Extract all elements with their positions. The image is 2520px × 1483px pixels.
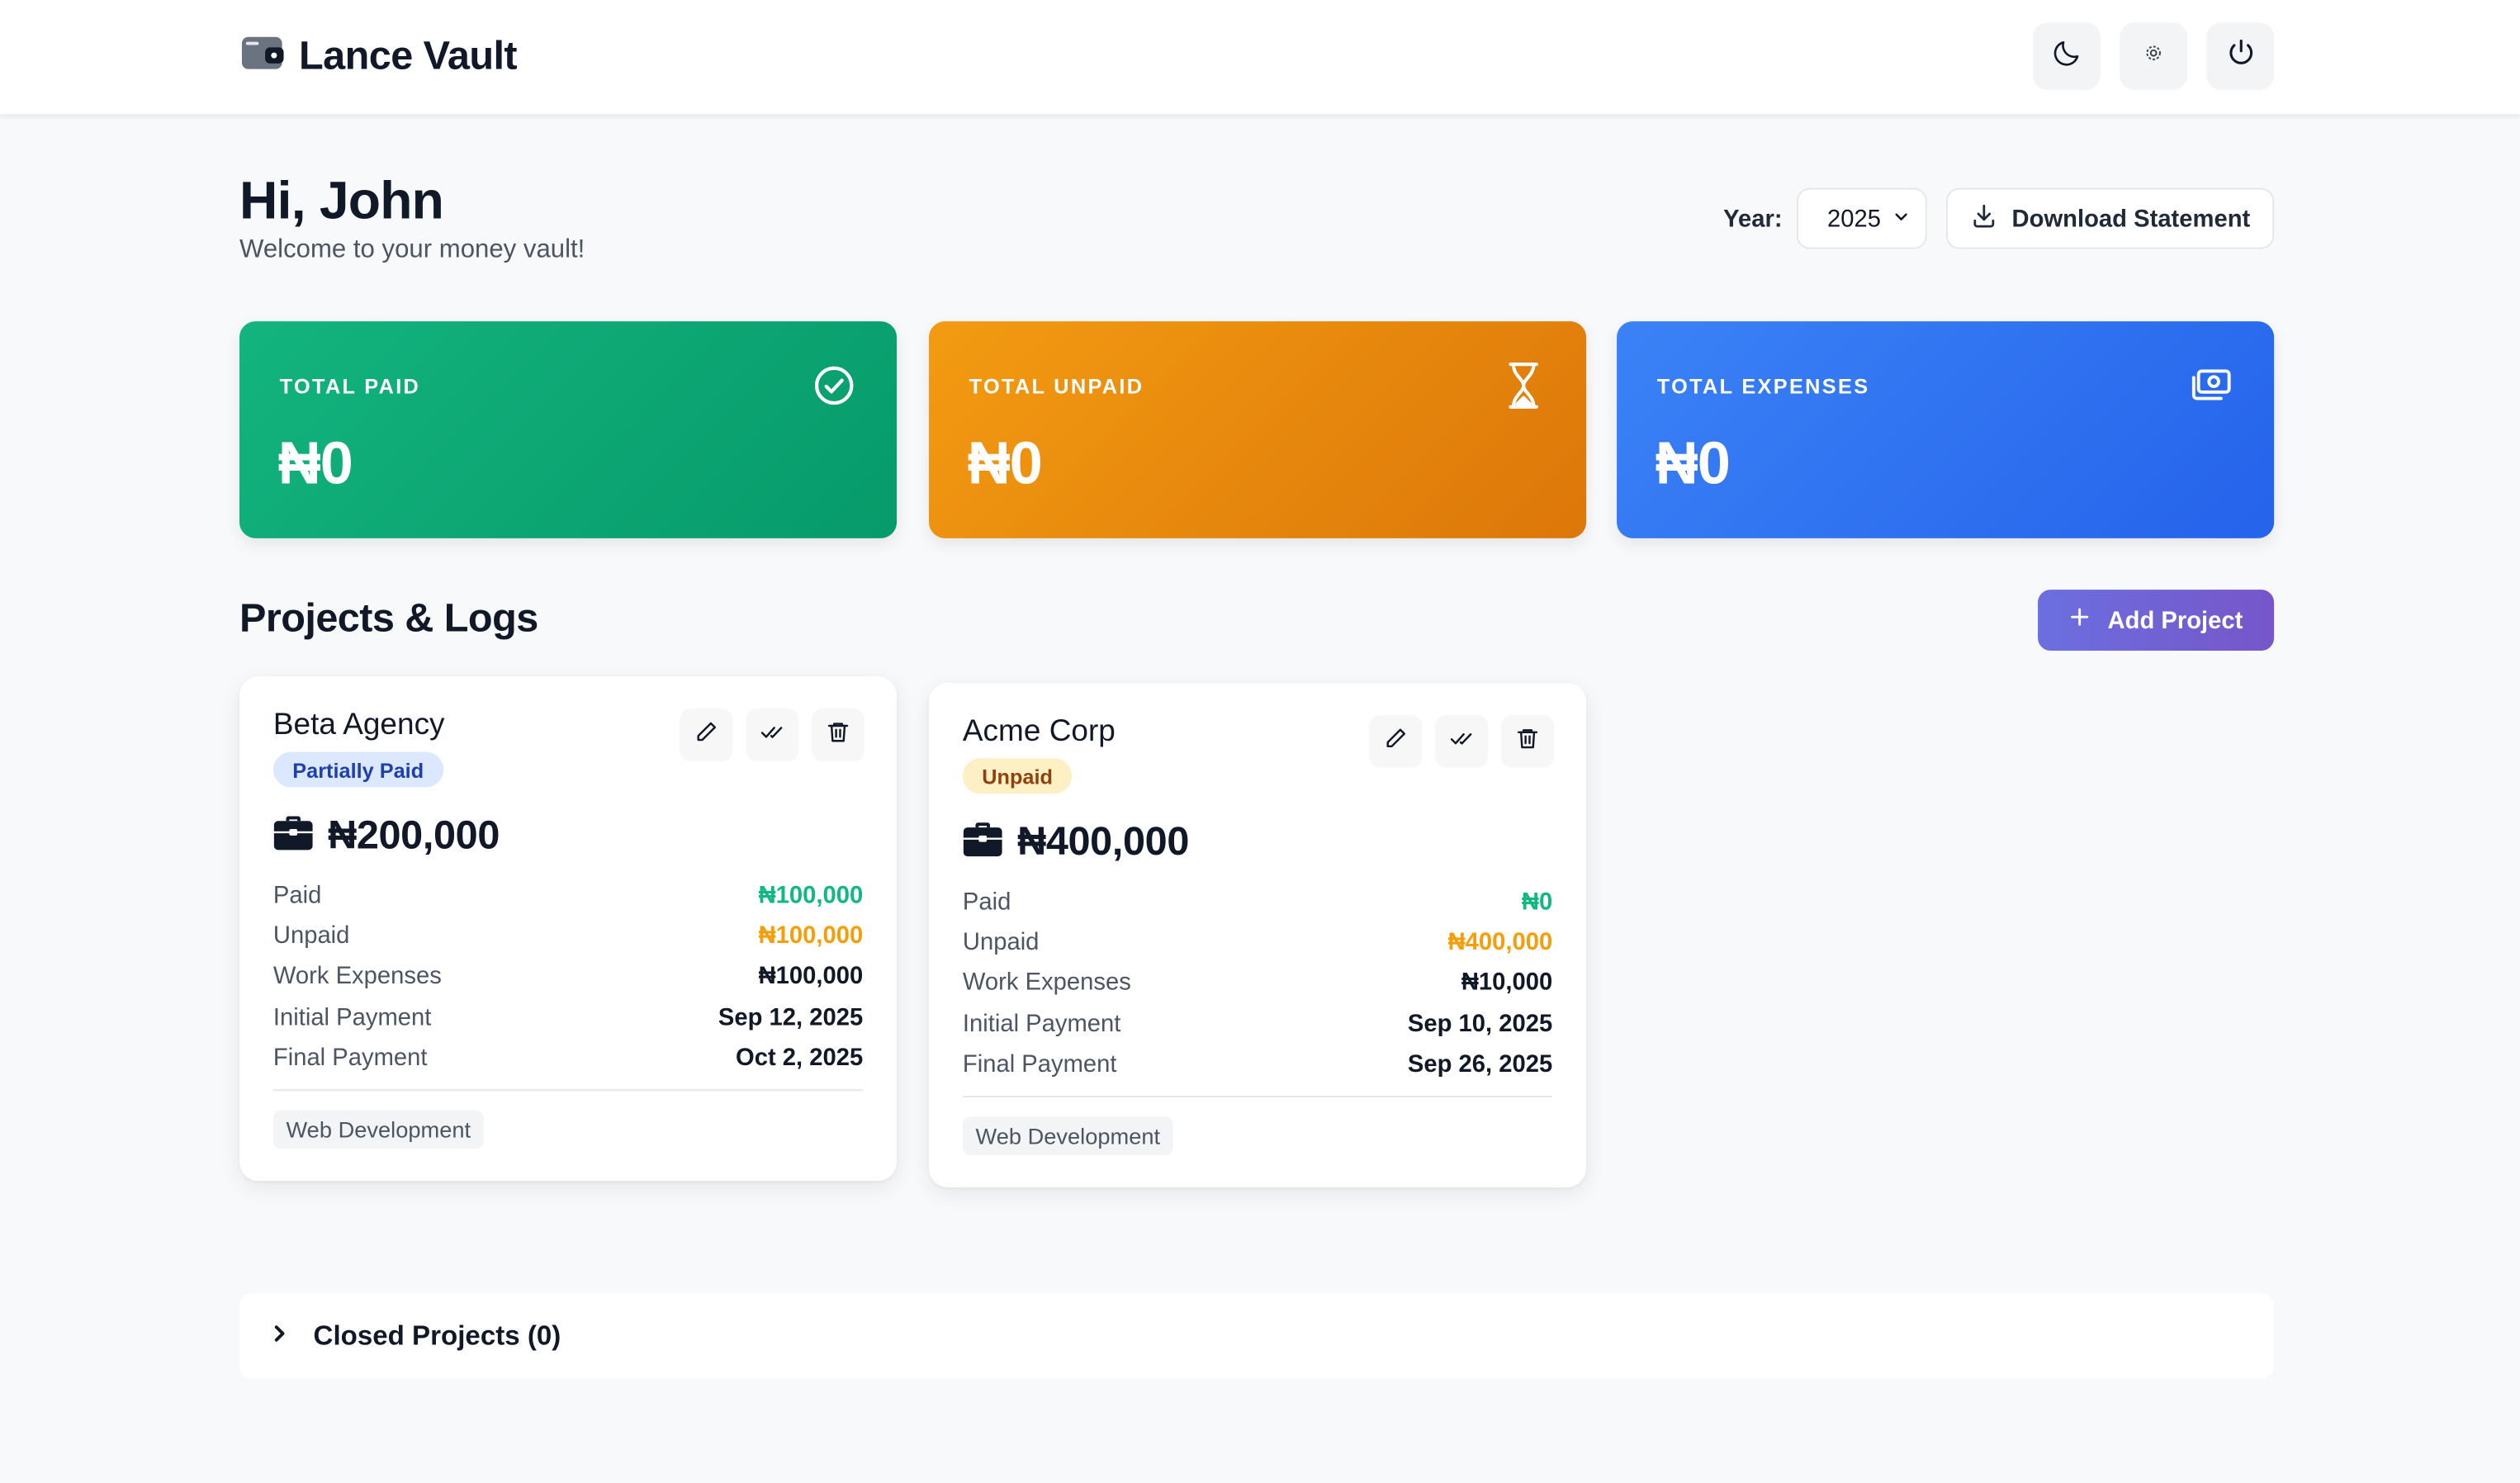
trash-icon bbox=[826, 719, 850, 751]
row-value: Oct 2, 2025 bbox=[736, 1044, 864, 1072]
year-controls: Year: 2025 Download Statement bbox=[1723, 187, 2275, 249]
summary-cards: TOTAL PAID ₦0 TOTAL UNPAID ₦0 TOTAL EXPE… bbox=[239, 321, 2275, 538]
row-label: Initial Payment bbox=[962, 1010, 1121, 1038]
row-label: Unpaid bbox=[272, 922, 350, 950]
initial-payment-row: Initial Payment Sep 10, 2025 bbox=[963, 1003, 1552, 1044]
total-unpaid-card: TOTAL UNPAID ₦0 bbox=[929, 321, 1587, 538]
plus-icon bbox=[2069, 606, 2091, 635]
total-paid-label: TOTAL PAID bbox=[279, 374, 421, 399]
double-check-icon bbox=[760, 719, 784, 751]
final-payment-row: Final Payment Oct 2, 2025 bbox=[273, 1038, 863, 1078]
closed-projects-label: Closed Projects (0) bbox=[313, 1320, 561, 1351]
pencil-icon bbox=[694, 719, 718, 751]
greeting-title: Hi, John bbox=[239, 170, 444, 230]
initial-payment-row: Initial Payment Sep 12, 2025 bbox=[273, 997, 863, 1037]
row-label: Paid bbox=[272, 882, 322, 910]
edit-project-button[interactable] bbox=[680, 708, 733, 762]
check-circle-icon bbox=[813, 365, 855, 407]
row-label: Work Expenses bbox=[962, 969, 1131, 997]
divider bbox=[272, 1089, 864, 1092]
paid-row: Paid ₦0 bbox=[963, 882, 1552, 922]
total-paid-card: TOTAL PAID ₦0 bbox=[239, 321, 898, 538]
divider bbox=[962, 1096, 1553, 1097]
row-label: Final Payment bbox=[272, 1044, 428, 1072]
row-label: Initial Payment bbox=[272, 1003, 432, 1031]
project-card[interactable]: Acme Corp Unpaid ₦400,000 Paid ₦0 Unpaid ₦… bbox=[929, 682, 1587, 1187]
logout-button[interactable] bbox=[2206, 22, 2275, 90]
row-value: Sep 10, 2025 bbox=[1407, 1010, 1553, 1038]
top-navbar: Lance Vault bbox=[0, 0, 2520, 116]
delete-project-button[interactable] bbox=[1500, 714, 1555, 769]
chevron-right-icon bbox=[272, 1321, 287, 1350]
row-value: ₦400,000 bbox=[1447, 929, 1553, 957]
total-paid-value: ₦0 bbox=[277, 430, 353, 497]
project-total: ₦400,000 bbox=[1017, 819, 1190, 865]
row-value: ₦100,000 bbox=[758, 882, 864, 910]
status-badge: Unpaid bbox=[962, 758, 1073, 794]
year-label: Year: bbox=[1723, 205, 1783, 233]
projects-title: Projects & Logs bbox=[239, 595, 538, 642]
settings-button[interactable] bbox=[2120, 22, 2188, 90]
project-tag: Web Development bbox=[962, 1116, 1173, 1156]
year-select-value: 2025 bbox=[1827, 205, 1882, 233]
row-value: ₦100,000 bbox=[758, 922, 864, 950]
row-value: ₦100,000 bbox=[758, 963, 864, 991]
money-icon bbox=[2191, 365, 2233, 407]
brand[interactable]: Lance Vault bbox=[241, 32, 518, 80]
download-statement-button[interactable]: Download Statement bbox=[1946, 187, 2275, 249]
add-project-button[interactable]: Add Project bbox=[2038, 590, 2275, 651]
delete-project-button[interactable] bbox=[811, 708, 865, 762]
hourglass-icon bbox=[1503, 362, 1545, 409]
row-value: ₦0 bbox=[1521, 888, 1553, 917]
download-icon bbox=[1970, 201, 1997, 235]
greeting: Hi, John Welcome to your money vault! bbox=[239, 168, 585, 265]
trash-icon bbox=[1515, 726, 1539, 758]
project-card[interactable]: Beta Agency Partially Paid ₦200,000 Paid… bbox=[239, 676, 898, 1182]
settings-icon bbox=[2143, 42, 2162, 71]
greeting-subtitle: Welcome to your money vault! bbox=[239, 236, 585, 264]
row-value: Sep 12, 2025 bbox=[718, 1003, 864, 1031]
wallet-icon bbox=[241, 35, 285, 78]
edit-project-button[interactable] bbox=[1369, 714, 1423, 769]
pencil-icon bbox=[1384, 726, 1408, 758]
row-label: Paid bbox=[962, 888, 1011, 917]
row-label: Final Payment bbox=[962, 1050, 1117, 1078]
row-value: Sep 26, 2025 bbox=[1407, 1050, 1553, 1078]
status-badge: Partially Paid bbox=[272, 751, 443, 788]
total-unpaid-value: ₦0 bbox=[967, 430, 1043, 497]
mark-closed-button[interactable] bbox=[1435, 714, 1489, 769]
theme-toggle-button[interactable] bbox=[2033, 22, 2101, 90]
total-expenses-label: TOTAL EXPENSES bbox=[1656, 374, 1870, 399]
chevron-down-icon bbox=[1892, 205, 1911, 232]
power-icon bbox=[2225, 37, 2256, 76]
closed-projects-toggle[interactable]: Closed Projects (0) bbox=[239, 1293, 2275, 1379]
project-name: Beta Agency bbox=[272, 708, 445, 742]
total-unpaid-label: TOTAL UNPAID bbox=[969, 374, 1144, 399]
project-name: Acme Corp bbox=[962, 714, 1116, 749]
unpaid-row: Unpaid ₦400,000 bbox=[963, 922, 1552, 963]
expenses-row: Work Expenses ₦100,000 bbox=[273, 956, 863, 997]
download-statement-label: Download Statement bbox=[2011, 205, 2251, 233]
row-label: Unpaid bbox=[962, 929, 1040, 957]
project-tag: Web Development bbox=[272, 1110, 484, 1149]
paid-row: Paid ₦100,000 bbox=[273, 875, 863, 916]
total-expenses-card: TOTAL EXPENSES ₦0 bbox=[1617, 321, 2275, 538]
total-expenses-value: ₦0 bbox=[1655, 430, 1731, 497]
add-project-label: Add Project bbox=[2107, 606, 2243, 634]
final-payment-row: Final Payment Sep 26, 2025 bbox=[963, 1044, 1552, 1084]
year-select[interactable]: 2025 bbox=[1797, 187, 1927, 249]
moon-icon bbox=[2051, 36, 2083, 77]
double-check-icon bbox=[1450, 726, 1474, 758]
briefcase-icon bbox=[963, 820, 1003, 865]
row-label: Work Expenses bbox=[272, 963, 442, 991]
project-total: ₦200,000 bbox=[328, 813, 500, 859]
expenses-row: Work Expenses ₦10,000 bbox=[963, 963, 1552, 1003]
row-value: ₦10,000 bbox=[1461, 969, 1553, 997]
app-title: Lance Vault bbox=[299, 32, 518, 78]
mark-closed-button[interactable] bbox=[746, 708, 799, 762]
unpaid-row: Unpaid ₦100,000 bbox=[273, 916, 863, 956]
briefcase-icon bbox=[273, 814, 314, 859]
